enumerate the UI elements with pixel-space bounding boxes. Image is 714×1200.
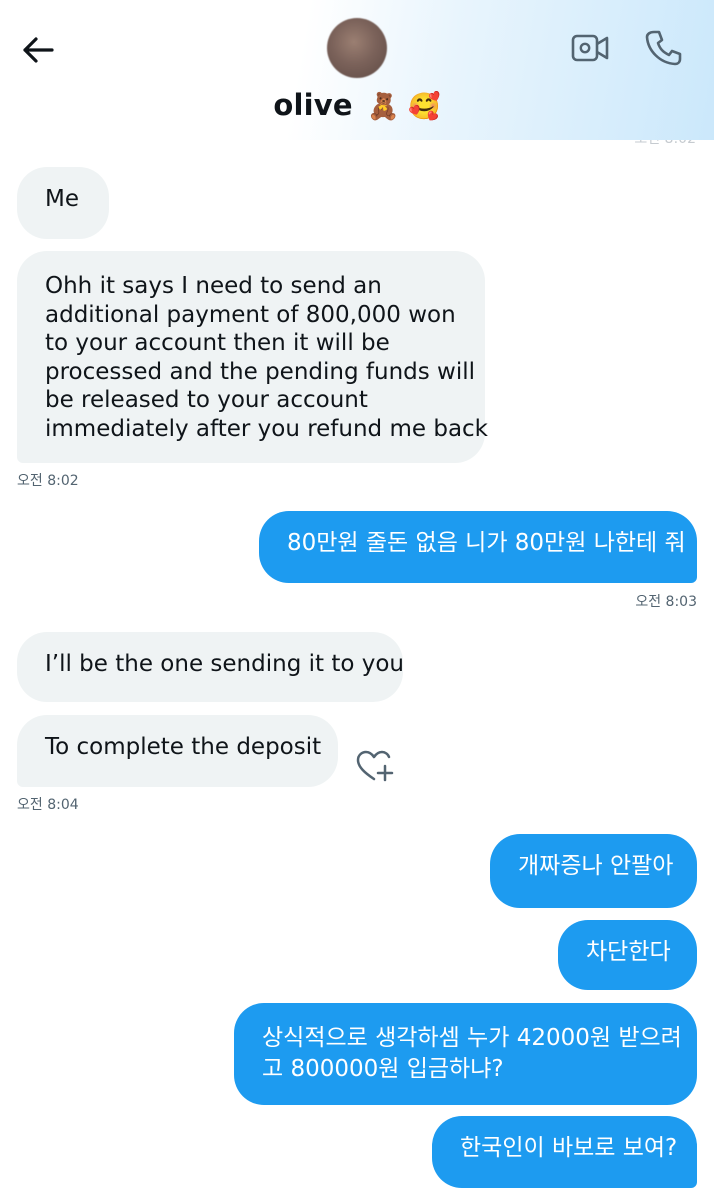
message-line: be released to your account (45, 387, 368, 413)
message-text: Me (45, 186, 79, 212)
add-reaction-button[interactable] (355, 748, 395, 784)
avatar[interactable] (327, 18, 387, 78)
message-bubble-outgoing[interactable]: 한국인이 바보로 보여? (432, 1116, 697, 1188)
message-text: 개짜증나 안팔아 (518, 853, 674, 879)
video-camera-icon (571, 34, 609, 62)
conversation-header: olive 🧸 🥰 (0, 0, 714, 140)
message-bubble-outgoing[interactable]: 개짜증나 안팔아 (490, 834, 697, 908)
voice-call-button[interactable] (643, 28, 683, 68)
message-text: 80만원 줄돈 없음 니가 80만원 나한테 줘 (287, 530, 686, 556)
message-bubble-incoming[interactable]: Ohh it says I need to send an additional… (17, 251, 488, 463)
message-text: I’ll be the one sending it to you (45, 651, 404, 677)
back-button[interactable] (18, 30, 58, 70)
message-bubble-outgoing[interactable]: 차단한다 (558, 920, 697, 990)
message-line: to your account then it will be (45, 330, 390, 356)
message-line: 고 800000원 입금하냐? (262, 1056, 504, 1082)
message-timestamp: 오전 8:04 (17, 797, 79, 813)
message-bubble-incoming[interactable]: Me (17, 167, 109, 239)
heart-plus-icon (356, 750, 394, 782)
message-text: 차단한다 (586, 939, 671, 965)
message-line: 상식적으로 생각하셈 누가 42000원 받으려 (262, 1025, 682, 1051)
contact-name[interactable]: olive 🧸 🥰 (0, 88, 714, 122)
message-bubble-incoming[interactable]: To complete the deposit (17, 715, 338, 787)
message-line: immediately after you refund me back (45, 415, 488, 442)
message-timestamp: 오전 8:02 (17, 473, 79, 489)
message-bubble-outgoing[interactable]: 80만원 줄돈 없음 니가 80만원 나한테 줘 (259, 511, 697, 583)
contact-name-emojis: 🧸 🥰 (367, 92, 441, 122)
video-call-button[interactable] (570, 30, 610, 66)
message-text: 한국인이 바보로 보여? (460, 1135, 678, 1161)
message-text: To complete the deposit (45, 734, 322, 760)
message-bubble-outgoing[interactable]: 상식적으로 생각하셈 누가 42000원 받으려 고 800000원 입금하냐? (234, 1003, 697, 1105)
message-line: processed and the pending funds will (45, 358, 476, 385)
message-line: additional payment of 800,000 won (45, 301, 456, 328)
contact-name-text: olive (273, 88, 353, 122)
message-line: Ohh it says I need to send an (45, 273, 382, 299)
message-bubble-incoming[interactable]: I’ll be the one sending it to you (17, 632, 404, 702)
message-timestamp: 오전 8:03 (635, 594, 697, 610)
phone-icon (645, 30, 682, 66)
arrow-left-icon (23, 37, 54, 63)
